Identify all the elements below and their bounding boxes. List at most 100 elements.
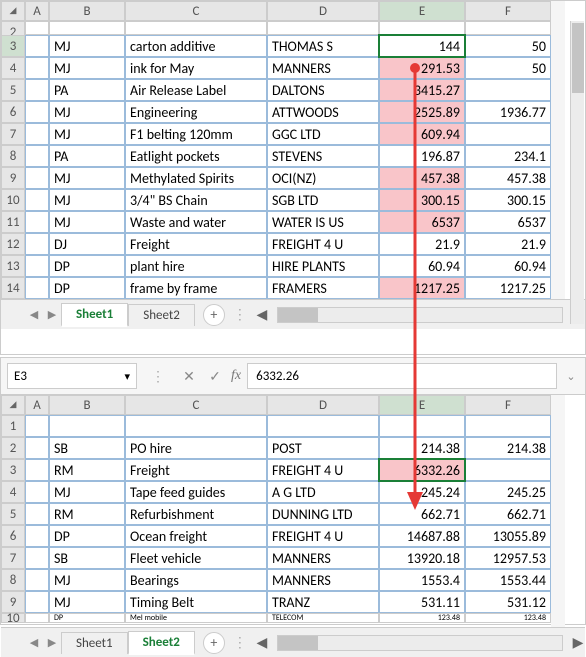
tab-nav-prev[interactable]: ◀ bbox=[25, 304, 43, 326]
select-all-corner[interactable]: ◢ bbox=[1, 395, 25, 415]
cell-d6[interactable]: FREIGHT 4 U bbox=[267, 525, 379, 547]
col-header-d[interactable]: D bbox=[267, 395, 379, 415]
cell-a9[interactable] bbox=[25, 167, 49, 189]
cell-f12[interactable]: 21.9 bbox=[465, 233, 551, 255]
formula-expand-icon[interactable]: ⌄ bbox=[563, 370, 579, 383]
cell-c8[interactable]: Eatlight pockets bbox=[125, 145, 267, 167]
horizontal-scrollbar[interactable] bbox=[277, 635, 563, 651]
cell-c11[interactable]: Waste and water bbox=[125, 211, 267, 233]
cell-b10[interactable]: MJ bbox=[49, 189, 125, 211]
row-header[interactable]: 5 bbox=[1, 503, 25, 525]
cell-c8[interactable]: Bearings bbox=[125, 569, 267, 591]
cell-c9[interactable]: Timing Belt bbox=[125, 591, 267, 613]
hscroll-right[interactable]: ▶ bbox=[571, 636, 585, 650]
fx-icon[interactable]: fx bbox=[231, 368, 241, 384]
cell-a10[interactable] bbox=[25, 613, 49, 623]
cell-b4[interactable]: MJ bbox=[49, 57, 125, 79]
row-header[interactable]: 4 bbox=[1, 57, 25, 79]
cell-a6[interactable] bbox=[25, 101, 49, 123]
cell-e5[interactable]: 3415.27 bbox=[379, 79, 465, 101]
cell-c7[interactable]: F1 belting 120mm bbox=[125, 123, 267, 145]
tab-nav-next[interactable]: ▶ bbox=[43, 304, 61, 326]
cell-f4[interactable]: 245.25 bbox=[465, 481, 551, 503]
cell-b4[interactable]: MJ bbox=[49, 481, 125, 503]
cell-d13[interactable]: HIRE PLANTS bbox=[267, 255, 379, 277]
cell-d4[interactable]: MANNERS bbox=[267, 57, 379, 79]
cell-d5[interactable]: DALTONS bbox=[267, 79, 379, 101]
name-box[interactable]: E3 ▾ bbox=[7, 363, 137, 389]
cell-a14[interactable] bbox=[25, 277, 49, 299]
cell-b9[interactable]: MJ bbox=[49, 591, 125, 613]
cell-c10[interactable]: 3/4" BS Chain bbox=[125, 189, 267, 211]
tab-nav-next[interactable]: ▶ bbox=[43, 632, 61, 654]
cell-a8[interactable] bbox=[25, 569, 49, 591]
cell-b9[interactable]: MJ bbox=[49, 167, 125, 189]
cell-c4[interactable]: ink for May bbox=[125, 57, 267, 79]
cell-a2[interactable] bbox=[25, 21, 49, 35]
formula-value[interactable]: 6332.26 bbox=[247, 363, 557, 389]
cell-b5[interactable]: PA bbox=[49, 79, 125, 101]
cell-d2[interactable] bbox=[267, 21, 379, 35]
cell-b7[interactable]: MJ bbox=[49, 123, 125, 145]
cell-a7[interactable] bbox=[25, 123, 49, 145]
cell-f7[interactable]: 12957.53 bbox=[465, 547, 551, 569]
cell-c6[interactable]: Engineering bbox=[125, 101, 267, 123]
cell-a4[interactable] bbox=[25, 57, 49, 79]
cell-d9[interactable]: TRANZ bbox=[267, 591, 379, 613]
horizontal-scrollbar[interactable] bbox=[277, 307, 563, 323]
cell-f8[interactable]: 234.1 bbox=[465, 145, 551, 167]
cell-d12[interactable]: FREIGHT 4 U bbox=[267, 233, 379, 255]
cell-f3[interactable] bbox=[465, 459, 551, 481]
select-all-corner[interactable]: ◢ bbox=[1, 1, 25, 21]
col-header-e[interactable]: E bbox=[379, 1, 465, 21]
cell-b10[interactable]: DP bbox=[49, 613, 125, 623]
cell-d14[interactable]: FRAMERS bbox=[267, 277, 379, 299]
cell-b1[interactable] bbox=[49, 415, 125, 437]
sheet-tab-sheet2[interactable]: Sheet2 bbox=[128, 304, 195, 326]
row-header[interactable]: 12 bbox=[1, 233, 25, 255]
cell-c13[interactable]: plant hire bbox=[125, 255, 267, 277]
row-header[interactable]: 1 bbox=[1, 415, 25, 437]
row-header[interactable]: 5 bbox=[1, 79, 25, 101]
row-header[interactable]: 10 bbox=[1, 189, 25, 211]
cell-f7[interactable] bbox=[465, 123, 551, 145]
cell-d5[interactable]: DUNNING LTD bbox=[267, 503, 379, 525]
cell-c1[interactable] bbox=[125, 415, 267, 437]
cell-a5[interactable] bbox=[25, 503, 49, 525]
cell-d2[interactable]: POST bbox=[267, 437, 379, 459]
row-header[interactable]: 10 bbox=[1, 613, 25, 623]
cell-d10[interactable]: TELECOM bbox=[267, 613, 379, 623]
add-sheet-button[interactable]: + bbox=[203, 632, 225, 654]
vertical-scrollbar[interactable] bbox=[570, 21, 584, 324]
col-header-e[interactable]: E bbox=[379, 395, 465, 415]
cell-e10[interactable]: 300.15 bbox=[379, 189, 465, 211]
cell-f6[interactable]: 1936.77 bbox=[465, 101, 551, 123]
row-header[interactable]: 3 bbox=[1, 35, 25, 57]
cell-c5[interactable]: Air Release Label bbox=[125, 79, 267, 101]
sheet-tab-sheet2[interactable]: Sheet2 bbox=[128, 631, 195, 655]
cell-b2[interactable]: SB bbox=[49, 437, 125, 459]
accept-formula-button[interactable]: ✓ bbox=[205, 366, 225, 386]
cell-d10[interactable]: SGB LTD bbox=[267, 189, 379, 211]
cell-b6[interactable]: MJ bbox=[49, 101, 125, 123]
cell-f10[interactable]: 300.15 bbox=[465, 189, 551, 211]
cell-e2[interactable] bbox=[379, 21, 465, 35]
hscroll-left[interactable]: ◀ bbox=[255, 636, 269, 650]
col-header-a[interactable]: A bbox=[25, 395, 49, 415]
cell-c6[interactable]: Ocean freight bbox=[125, 525, 267, 547]
cell-e8[interactable]: 1553.4 bbox=[379, 569, 465, 591]
cell-e10[interactable]: 123.48 bbox=[379, 613, 465, 623]
cancel-formula-button[interactable]: ✕ bbox=[179, 366, 199, 386]
cell-e9[interactable]: 457.38 bbox=[379, 167, 465, 189]
cell-e3[interactable]: 6332.26 bbox=[379, 459, 465, 481]
cell-b7[interactable]: SB bbox=[49, 547, 125, 569]
cell-f10[interactable]: 123.48 bbox=[465, 613, 551, 623]
cell-d4[interactable]: A G LTD bbox=[267, 481, 379, 503]
cell-f2[interactable]: 214.38 bbox=[465, 437, 551, 459]
cell-e6[interactable]: 14687.88 bbox=[379, 525, 465, 547]
cell-b12[interactable]: DJ bbox=[49, 233, 125, 255]
col-header-f[interactable]: F bbox=[465, 1, 551, 21]
cell-a12[interactable] bbox=[25, 233, 49, 255]
cell-e7[interactable]: 13920.18 bbox=[379, 547, 465, 569]
cell-a7[interactable] bbox=[25, 547, 49, 569]
